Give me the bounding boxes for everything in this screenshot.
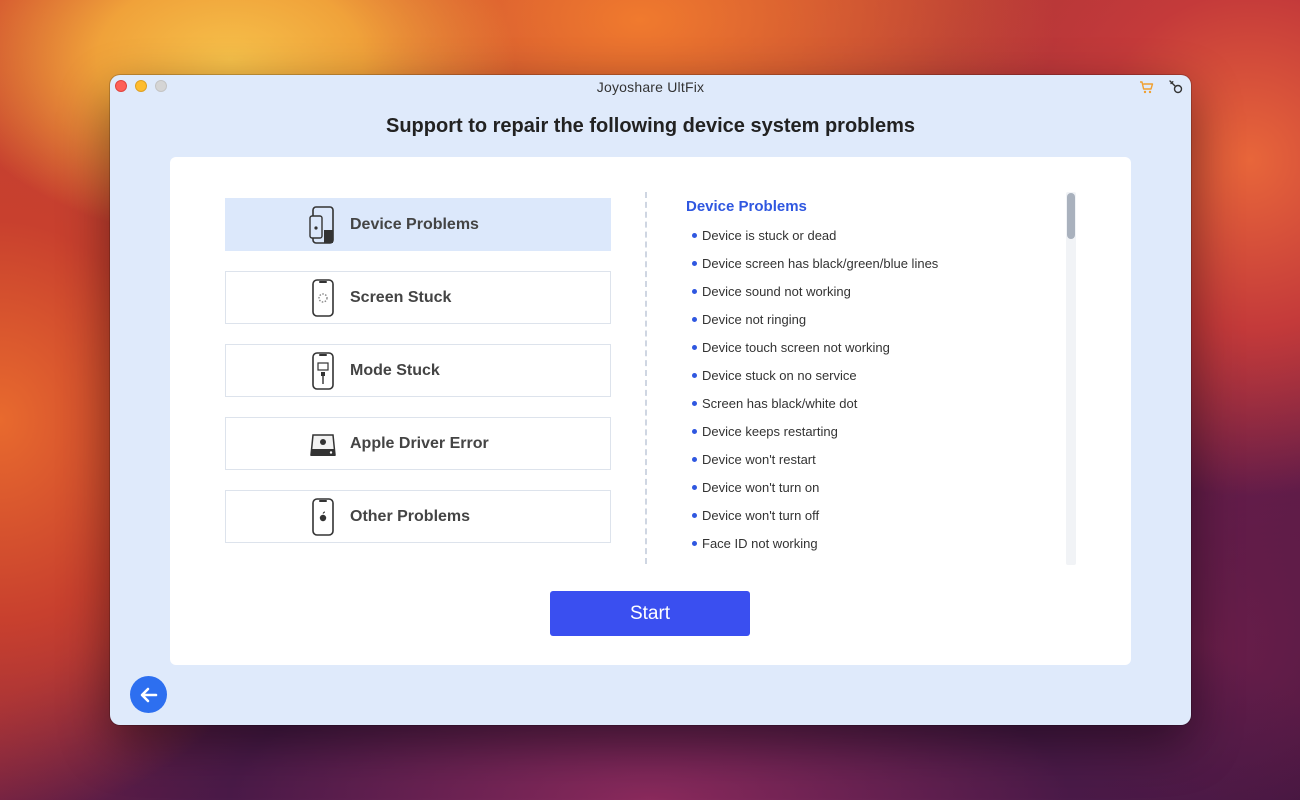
list-item: Device is stuck or dead	[690, 227, 1060, 255]
main-panel: Device Problems Screen Stuck Mode Stuck	[170, 157, 1131, 665]
list-item: Device stuck on no service	[690, 367, 1060, 395]
category-label: Mode Stuck	[350, 362, 440, 379]
category-label: Screen Stuck	[350, 289, 452, 306]
page-heading: Support to repair the following device s…	[386, 115, 915, 137]
problems-title: Device Problems	[686, 198, 807, 215]
phone-icon	[309, 206, 334, 244]
key-icon[interactable]	[1168, 79, 1184, 95]
phone-loading-icon	[312, 279, 334, 317]
list-item: Device touch screen not working	[690, 339, 1060, 367]
category-screen-stuck[interactable]: Screen Stuck	[225, 271, 611, 324]
list-item: Device screen has black/green/blue lines	[690, 255, 1060, 283]
list-item: Device sound not working	[690, 283, 1060, 311]
phone-cable-icon	[312, 352, 334, 390]
category-apple-driver-error[interactable]: Apple Driver Error	[225, 417, 611, 470]
start-button[interactable]: Start	[550, 591, 750, 636]
list-item: Device not ringing	[690, 311, 1060, 339]
app-window: Joyoshare UltFix Support to repair the f…	[110, 75, 1191, 725]
list-item: Device won't turn on	[690, 479, 1060, 507]
cart-icon[interactable]	[1139, 79, 1155, 95]
problems-scrollbar[interactable]	[1066, 192, 1076, 565]
list-item: Device won't turn off	[690, 507, 1060, 535]
problems-list: Device is stuck or dead Device screen ha…	[690, 227, 1060, 563]
phone-apple-icon	[312, 498, 334, 536]
drive-icon	[310, 434, 336, 456]
category-label: Other Problems	[350, 508, 471, 525]
list-item: Screen has black/white dot	[690, 395, 1060, 423]
list-item: Device keeps restarting	[690, 423, 1060, 451]
scrollbar-thumb[interactable]	[1067, 193, 1075, 239]
category-mode-stuck[interactable]: Mode Stuck	[225, 344, 611, 397]
category-label: Device Problems	[350, 216, 479, 233]
category-label: Apple Driver Error	[350, 435, 489, 452]
category-other-problems[interactable]: Other Problems	[225, 490, 611, 543]
back-button[interactable]	[130, 676, 167, 713]
list-item: Face ID not working	[690, 535, 1060, 563]
window-title: Joyoshare UltFix	[596, 79, 705, 95]
divider	[645, 192, 647, 564]
title-bar: Joyoshare UltFix	[110, 75, 1191, 99]
list-item: Device won't restart	[690, 451, 1060, 479]
category-device-problems[interactable]: Device Problems	[225, 198, 611, 251]
arrow-left-icon	[140, 687, 157, 702]
